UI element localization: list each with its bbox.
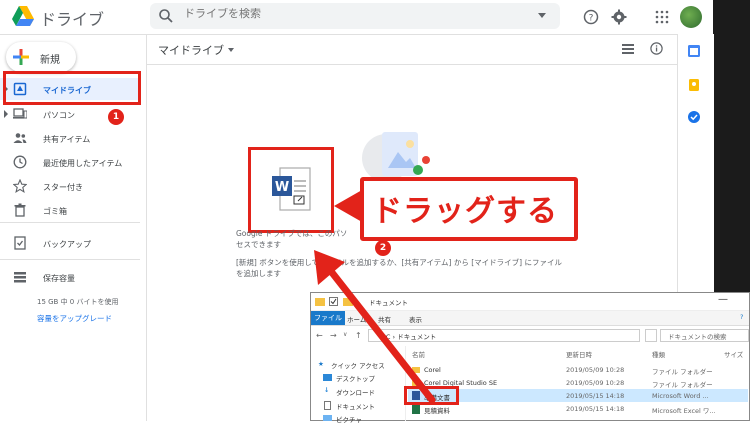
nav-item-downloads[interactable]: ダウンロード [336, 387, 375, 397]
refresh-button[interactable] [645, 329, 657, 342]
new-button-label: 新規 [40, 55, 60, 66]
settings-gear-icon[interactable] [611, 9, 627, 25]
star-icon [13, 179, 27, 193]
file-name: Corel [424, 366, 441, 374]
plus-icon [13, 49, 29, 65]
storage-icon [14, 272, 26, 283]
file-name: 見積資料 [424, 407, 450, 415]
document-icon [324, 401, 331, 410]
nav-item-pictures[interactable]: ピクチャ [336, 414, 362, 424]
app-title[interactable]: ドライブ [40, 6, 104, 30]
file-date: 2019/05/09 10:28 [566, 366, 625, 374]
search-icon[interactable] [158, 8, 174, 24]
empty-drive-illustration [362, 132, 430, 182]
calendar-icon[interactable] [687, 44, 701, 58]
main-divider [147, 64, 677, 65]
sidebar-item-label[interactable]: 最近使用したアイテム [43, 158, 122, 169]
svg-text:?: ? [589, 14, 594, 24]
trash-icon [14, 203, 26, 217]
chevron-down-icon[interactable]: ∨ [343, 331, 347, 338]
tasks-icon[interactable] [687, 110, 701, 124]
drive-logo-icon[interactable] [12, 6, 34, 26]
desktop-icon [323, 374, 332, 381]
empty-state-help-text: [新規] ボタンを使用してファイルを追加するか、[共有アイテム] から [マイド… [236, 258, 562, 267]
search-input[interactable] [184, 8, 524, 20]
highlight-box-my-drive [3, 71, 141, 105]
empty-state-text: Google ドライブでは、このパソ [236, 229, 348, 238]
folder-icon [412, 367, 420, 373]
column-header-size[interactable]: サイズ [724, 349, 743, 359]
folder-icon [315, 298, 325, 306]
file-type: Microsoft Word ... [652, 392, 709, 400]
chevron-down-icon[interactable] [228, 48, 234, 52]
file-date: 2019/05/15 14:18 [566, 405, 625, 413]
explorer-ribbon [311, 311, 749, 326]
sidebar-item-label[interactable]: スター付き [43, 182, 83, 193]
column-header-name[interactable]: 名前 [412, 349, 425, 359]
file-type: ファイル フォルダー [652, 381, 713, 389]
clock-icon [13, 155, 27, 169]
address-path: PC › ドキュメント [382, 333, 437, 341]
column-header-type[interactable]: 種類 [652, 349, 665, 359]
nav-pane-divider [405, 346, 406, 421]
people-icon [13, 133, 27, 143]
sidebar-border [146, 34, 147, 421]
help-icon[interactable]: ? [583, 9, 599, 25]
svg-text:W: W [275, 180, 289, 195]
sidebar-item-label[interactable]: ゴミ箱 [43, 206, 67, 217]
column-header-modified[interactable]: 更新日時 [566, 349, 592, 359]
search-options-icon[interactable] [538, 13, 546, 18]
ribbon-tab-share[interactable]: 共有 [378, 314, 391, 324]
explorer-title: ドキュメント [369, 299, 408, 307]
explorer-search-placeholder: ドキュメントの検索 [668, 333, 727, 341]
storage-label: 保存容量 [43, 274, 75, 283]
forward-arrow-icon[interactable]: → [330, 331, 337, 340]
download-icon: ↓ [324, 386, 330, 394]
empty-state-text: セスできます [236, 240, 281, 249]
ribbon-tab-file[interactable]: ファイル [311, 311, 345, 325]
expand-arrow-icon[interactable] [4, 110, 8, 118]
excel-file-icon [412, 405, 420, 414]
step-badge-2: 2 [375, 240, 391, 256]
folder-icon [343, 298, 353, 306]
apps-grid-icon[interactable] [654, 9, 670, 25]
keep-icon[interactable] [687, 78, 701, 92]
word-file-icon[interactable]: W [272, 166, 312, 212]
minimize-button[interactable]: — [718, 294, 728, 305]
file-date: 2019/05/15 14:18 [566, 392, 625, 400]
backup-icon [14, 236, 26, 250]
page-title[interactable]: マイドライブ [158, 42, 224, 58]
file-date: 2019/05/09 10:28 [566, 379, 625, 387]
nav-item-quick-access[interactable]: クイック アクセス [331, 360, 385, 370]
sidebar-divider [0, 259, 140, 260]
info-icon[interactable] [650, 42, 663, 55]
account-avatar[interactable] [680, 6, 702, 28]
file-type: ファイル フォルダー [652, 368, 713, 376]
back-arrow-icon[interactable]: ← [316, 331, 323, 340]
nav-item-desktop[interactable]: デスクトップ [336, 373, 375, 383]
storage-usage-text: 15 GB 中 0 バイトを使用 [37, 298, 119, 306]
list-view-icon[interactable] [622, 43, 634, 55]
checkbox-icon[interactable] [329, 297, 338, 306]
pictures-icon [323, 415, 332, 421]
sidebar-item-label[interactable]: パソコン [43, 110, 75, 121]
callout-text: ドラッグする [372, 194, 558, 229]
up-arrow-icon[interactable]: ↑ [355, 331, 362, 340]
sidebar-divider [0, 222, 140, 223]
upgrade-storage-link[interactable]: 容量をアップグレード [37, 313, 112, 324]
help-icon[interactable]: ? [740, 313, 743, 321]
star-icon: ★ [318, 360, 324, 368]
file-type: Microsoft Excel ワ... [652, 407, 716, 415]
sidebar-item-label[interactable]: バックアップ [43, 239, 91, 250]
ribbon-tab-view[interactable]: 表示 [409, 314, 422, 324]
nav-item-documents[interactable]: ドキュメント [336, 401, 375, 411]
step-badge-1: 1 [108, 109, 124, 125]
computer-icon [13, 108, 27, 119]
empty-state-help-text: を追加します [236, 269, 281, 278]
ribbon-tab-home[interactable]: ホーム [347, 314, 366, 324]
sidebar-item-label[interactable]: 共有アイテム [43, 134, 90, 145]
